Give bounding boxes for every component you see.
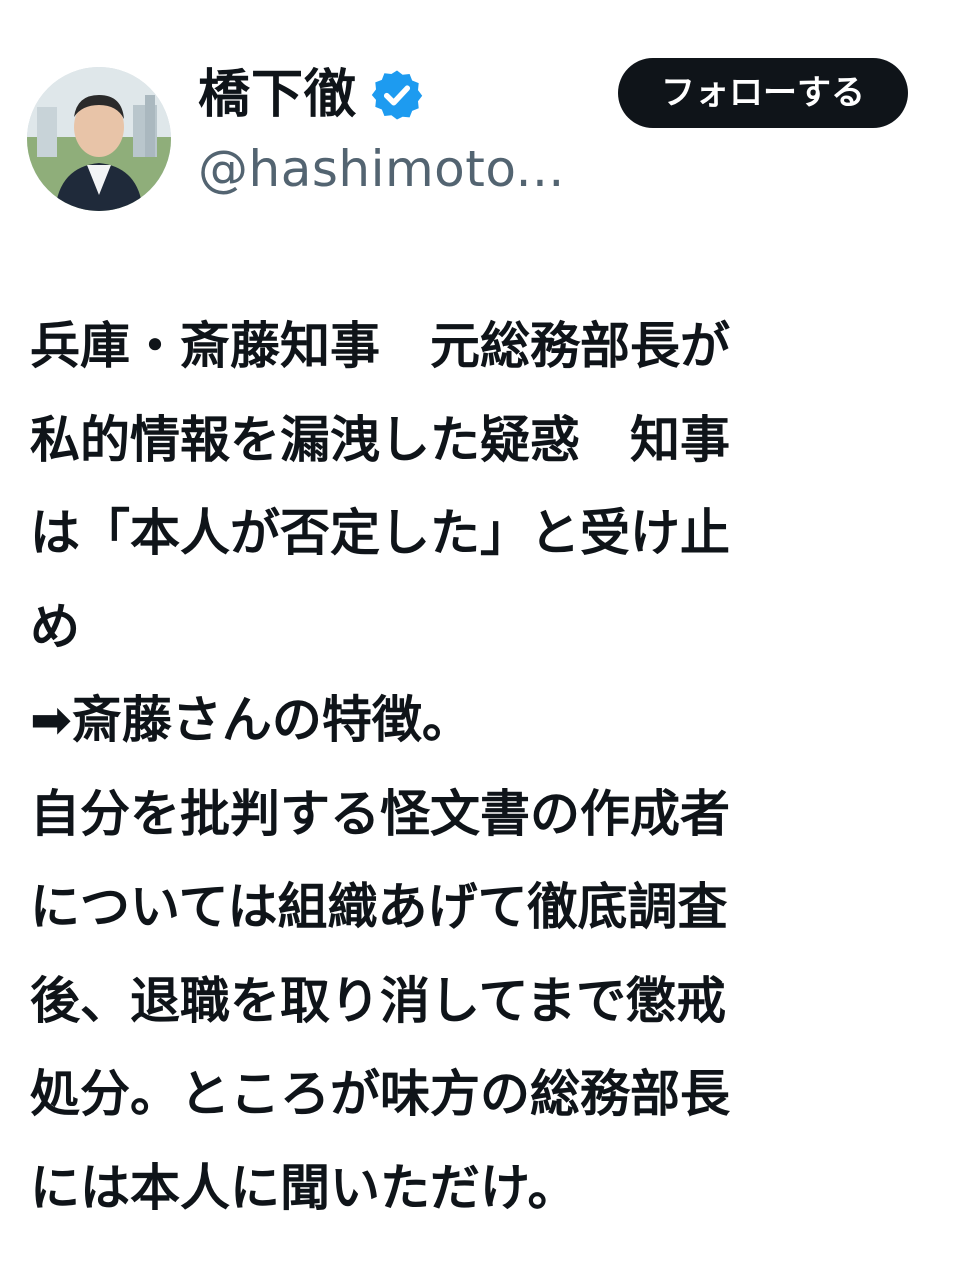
author-handle[interactable]: @hashimoto... — [198, 134, 565, 204]
author-avatar[interactable] — [27, 67, 171, 211]
tweet-text-line: 自分を批判する怪文書の作成者 — [30, 784, 730, 843]
tweet-text-line: 私的情報を漏洩した疑惑 知事 — [30, 410, 730, 469]
follow-button[interactable]: フォローする — [618, 58, 908, 128]
verified-badge-icon — [369, 67, 425, 123]
tweet-text-line: 後、退職を取り消してまで懲戒 — [30, 971, 726, 1030]
tweet-header: 橋下徹 @hashimoto... フォローする — [0, 0, 960, 240]
tweet-text-line: には本人に聞いただけ。 — [30, 1158, 578, 1217]
tweet-text-line: ➡斎藤さんの特徴。 — [30, 691, 472, 749]
author-display-name[interactable]: 橋下徹 — [198, 60, 357, 130]
tweet-text-line: 兵庫・斎藤知事 元総務部長が — [30, 317, 730, 375]
tweet-text-line: 処分。ところが味方の総務部長 — [30, 1065, 730, 1123]
tweet-text-line: は「本人が否定した」と受け止 — [30, 504, 730, 562]
tweet-screen: 橋下徹 @hashimoto... フォローする 兵庫・斎藤知事 元総務部長が … — [0, 0, 960, 1288]
avatar-photo-icon — [27, 67, 171, 211]
tweet-text-line: め — [30, 597, 80, 656]
author-name-row: 橋下徹 — [198, 60, 425, 130]
tweet-text: 兵庫・斎藤知事 元総務部長が 私的情報を漏洩した疑惑 知事 は「本人が否定した」… — [30, 300, 910, 1235]
tweet-text-line: については組織あげて徹底調査 — [30, 878, 728, 936]
